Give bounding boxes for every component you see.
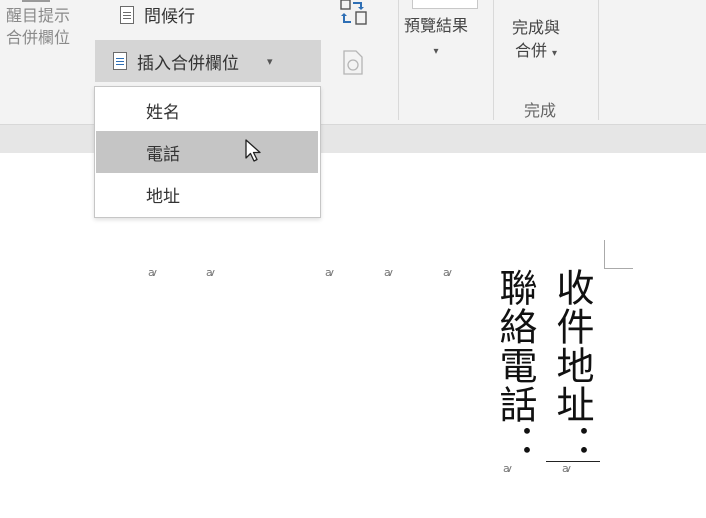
greeting-line-icon [120, 5, 134, 24]
recipient-address-text[interactable]: 收件地址： [550, 268, 594, 463]
paragraph-mark: ꜹ [503, 462, 512, 475]
highlight-merge-fields-button[interactable]: 醒目提示 合併欄位 [6, 6, 70, 48]
greeting-line-button[interactable]: 問候行 [120, 2, 195, 27]
menu-item-label: 姓名 [146, 102, 180, 123]
insert-merge-field-button[interactable]: 插入合併欄位 ▾ [95, 40, 321, 82]
chevron-down-icon: ▾ [552, 48, 558, 59]
highlight-label-1: 醒目提示 [6, 6, 71, 25]
page-margin-corner [604, 240, 633, 269]
paragraph-mark: ꜹ [384, 266, 393, 279]
menu-item-address[interactable]: 地址 [96, 173, 318, 215]
preview-results-button[interactable]: 預覽結果 ▾ [404, 16, 468, 62]
contact-phone-text[interactable]: 聯絡電話： [493, 268, 537, 463]
paragraph-mark: ꜹ [562, 462, 571, 475]
insert-merge-field-icon [113, 52, 127, 70]
menu-item-name[interactable]: 姓名 [96, 89, 318, 131]
highlight-label-2: 合併欄位 [6, 28, 71, 47]
ribbon-separator [398, 0, 399, 120]
paragraph-mark: ꜹ [206, 266, 215, 279]
finish-group-label: 完成 [524, 101, 557, 120]
ribbon-separator [598, 0, 599, 120]
text-underline [546, 461, 600, 462]
paragraph-mark: ꜹ [148, 266, 157, 279]
finish-merge-label-2: 合併 [514, 41, 547, 60]
greeting-line-label: 問候行 [144, 7, 195, 27]
update-labels-icon[interactable] [342, 50, 366, 76]
finish-merge-button[interactable]: 完成與 合併 ▾ [512, 18, 560, 64]
preview-results-icon [412, 0, 478, 9]
chevron-down-icon: ▾ [433, 46, 439, 57]
match-fields-icon[interactable] [339, 0, 369, 28]
preview-results-label: 預覽結果 [404, 16, 469, 35]
finish-merge-label-1: 完成與 [512, 18, 561, 37]
paragraph-mark: ꜹ [443, 266, 452, 279]
insert-merge-field-label: 插入合併欄位 [137, 53, 239, 74]
chevron-down-icon: ▾ [267, 54, 273, 68]
merge-field-dropdown: 姓名 電話 地址 [94, 86, 321, 218]
paragraph-mark: ꜹ [325, 266, 334, 279]
menu-item-label: 電話 [146, 144, 180, 165]
mouse-cursor-icon [245, 139, 261, 162]
menu-item-label: 地址 [146, 186, 180, 207]
finish-merge-label-2-row: 合併 ▾ [512, 41, 560, 64]
ribbon-separator [493, 0, 494, 120]
menu-item-phone[interactable]: 電話 [96, 131, 318, 173]
highlight-icon [22, 0, 50, 2]
